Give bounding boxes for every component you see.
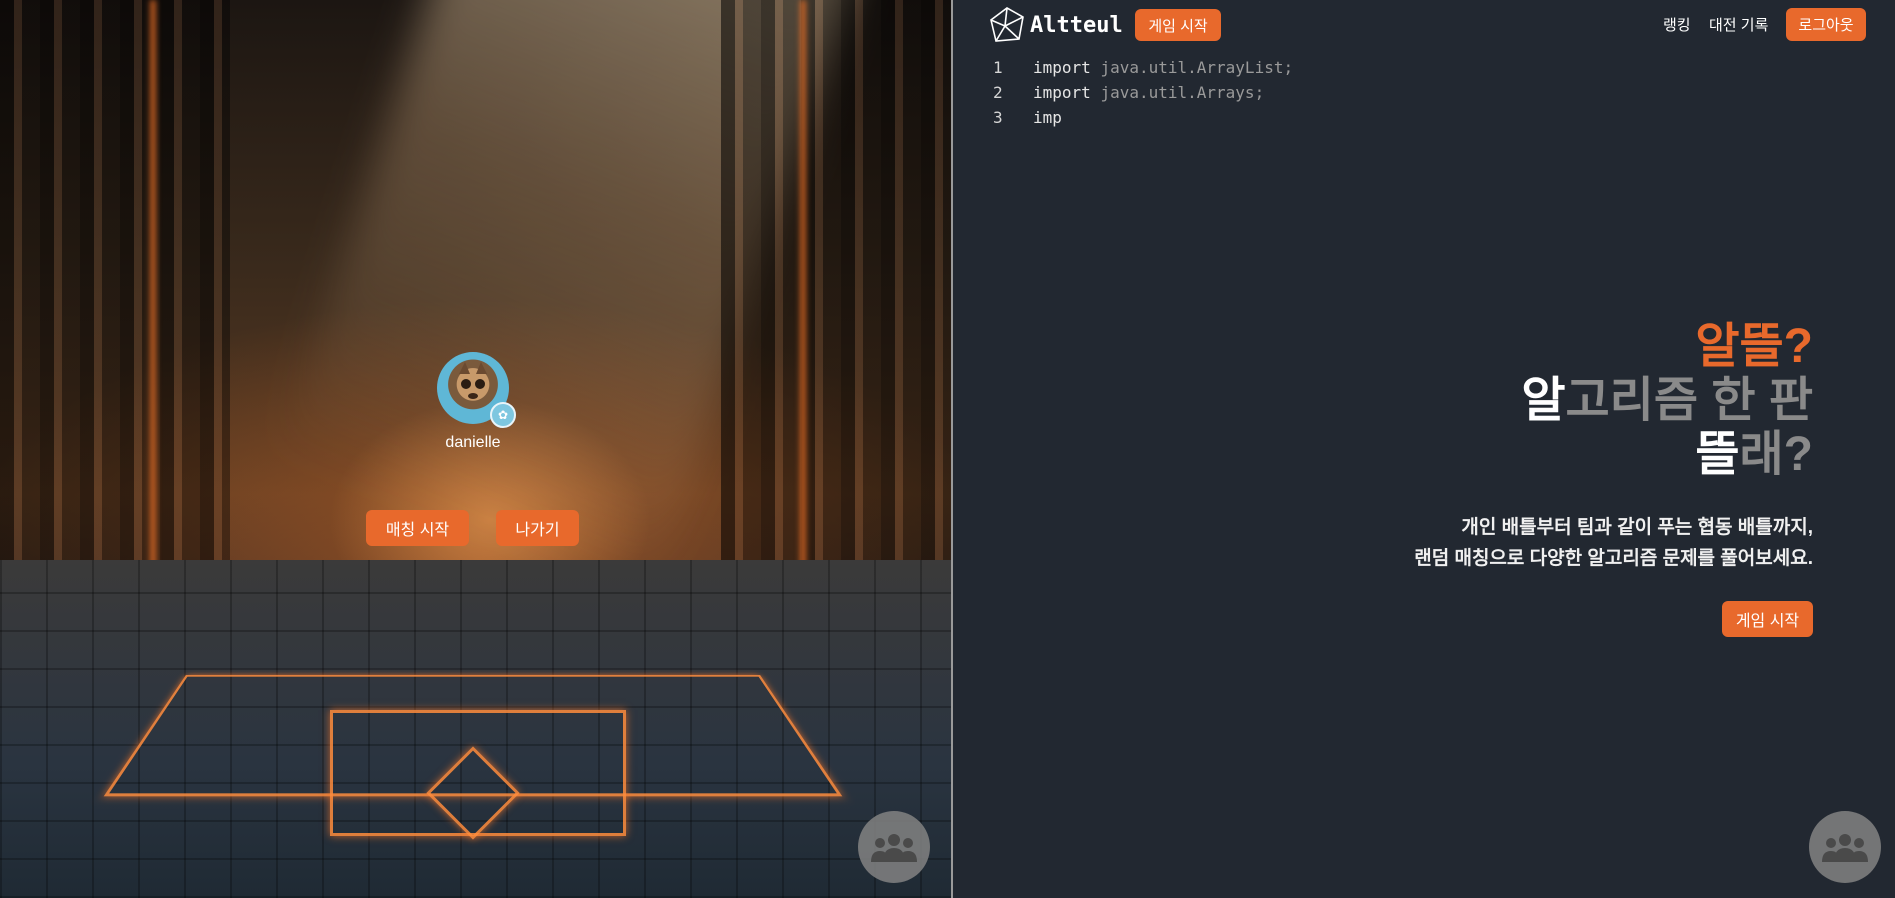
group-people-icon [1822, 834, 1868, 862]
code-line: 2 import java.util.Arrays; [993, 80, 1293, 105]
code-keyword: import [1033, 58, 1091, 77]
code-keyword: imp [1033, 108, 1062, 127]
left-wall-pillars [0, 0, 230, 620]
polyhedron-logo-icon [990, 7, 1024, 42]
match-start-button[interactable]: 매칭 시작 [366, 510, 469, 546]
main-page: Altteul 게임 시작 랭킹 대전 기록 로그아웃 1 import jav… [953, 0, 1895, 898]
line-number: 3 [993, 108, 1003, 127]
hero-highlight: 뜰 [1695, 428, 1740, 481]
logo-text: Altteul [1030, 12, 1123, 38]
circuit-floor [0, 560, 951, 898]
right-wall-pillars [721, 0, 951, 620]
code-typing-animation: 1 import java.util.ArrayList; 2 import j… [993, 55, 1293, 130]
hero-line-1: 알뜰? [1695, 320, 1813, 373]
description-line: 개인 배틀부터 팀과 같이 푸는 협동 배틀까지, [1461, 517, 1813, 538]
group-chat-button[interactable] [1809, 811, 1881, 883]
username-label: danielle [445, 434, 501, 451]
nav-battle-history-link[interactable]: 대전 기록 [1709, 14, 1768, 35]
nav-ranking-link[interactable]: 랭킹 [1663, 14, 1691, 35]
glow-strip [800, 0, 806, 600]
hero-text: 고리즘 한 판 [1565, 374, 1813, 427]
group-chat-button[interactable] [858, 811, 930, 883]
hero-title: 알뜰? 알고리즘 한 판 뜰래? [1521, 320, 1813, 482]
line-number: 1 [993, 58, 1003, 77]
logo[interactable]: Altteul [988, 6, 1123, 44]
hero-highlight: 알 [1521, 374, 1566, 427]
description-line: 랜덤 매칭으로 다양한 알고리즘 문제를 풀어보세요. [1414, 548, 1813, 569]
hero-description: 개인 배틀부터 팀과 같이 푸는 협동 배틀까지, 랜덤 매칭으로 다양한 알고… [1414, 512, 1813, 574]
hero-text: 래? [1739, 428, 1813, 481]
code-text: java.util.Arrays; [1100, 83, 1265, 102]
header-game-start-button[interactable]: 게임 시작 [1135, 9, 1221, 41]
code-text: java.util.ArrayList; [1100, 58, 1294, 77]
code-keyword: import [1033, 83, 1091, 102]
glow-strip [150, 0, 156, 600]
line-number: 2 [993, 83, 1003, 102]
flower-badge-icon: ✿ [490, 402, 516, 428]
matching-lobby-panel: ✿ danielle 매칭 시작 나가기 [0, 0, 951, 898]
group-people-icon [871, 834, 917, 862]
logout-button[interactable]: 로그아웃 [1786, 8, 1866, 41]
exit-button[interactable]: 나가기 [496, 510, 579, 546]
hero-game-start-button[interactable]: 게임 시작 [1722, 601, 1813, 637]
code-line: 3 imp [993, 105, 1293, 130]
hero-line-2: 알고리즘 한 판 [1521, 374, 1813, 428]
hero-line-3: 뜰래? [1521, 428, 1813, 482]
code-line: 1 import java.util.ArrayList; [993, 55, 1293, 80]
